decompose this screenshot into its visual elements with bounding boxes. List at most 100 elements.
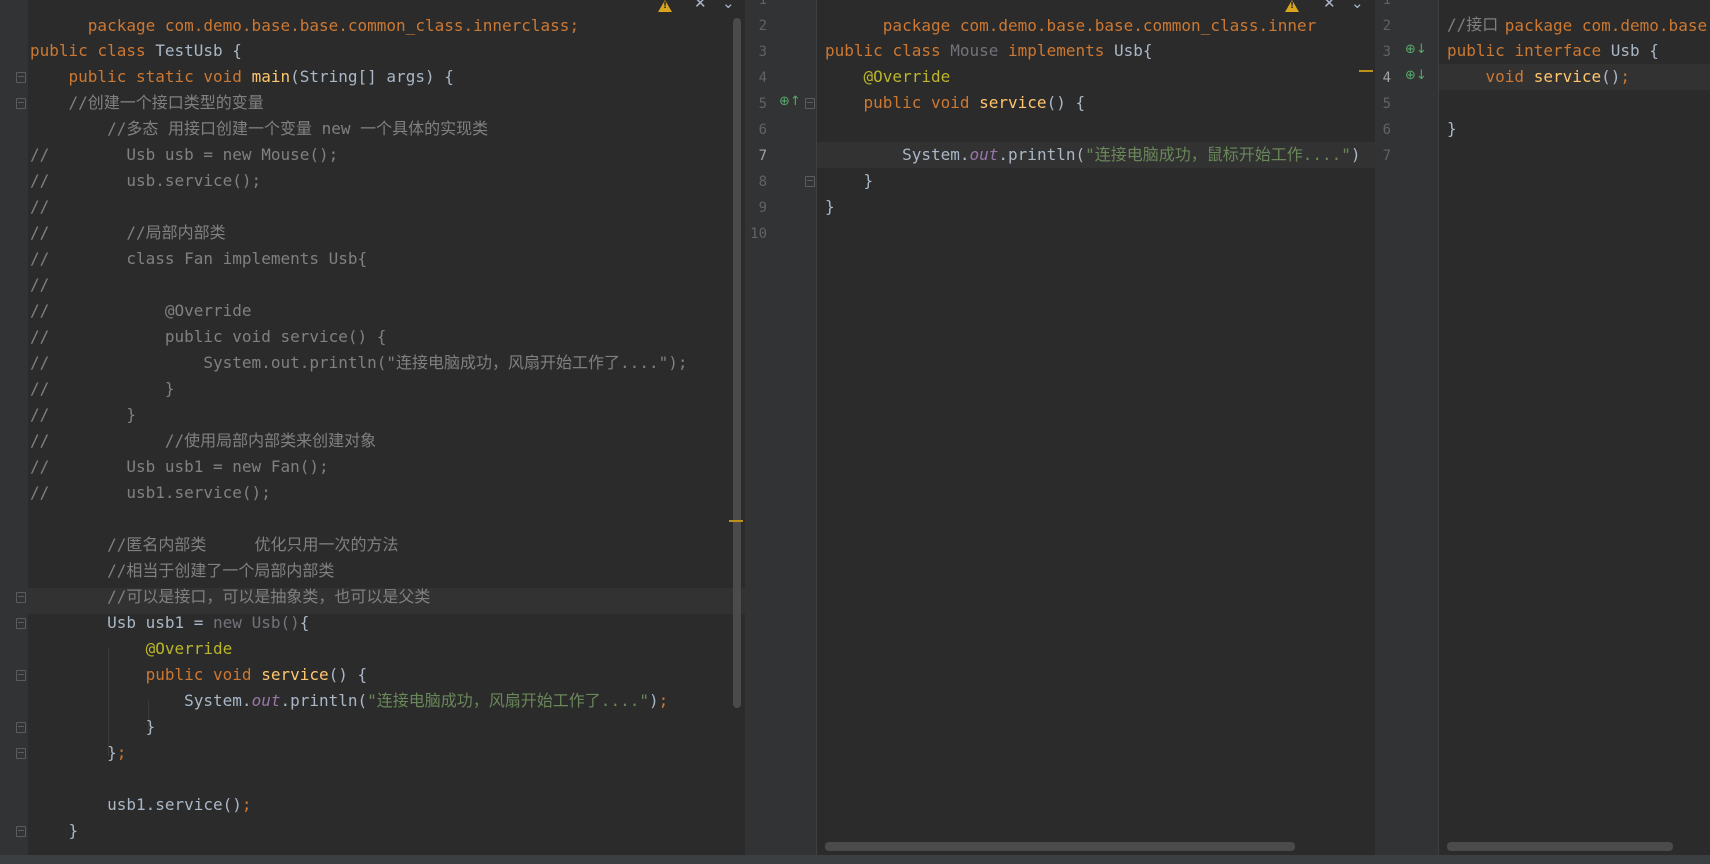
code-line[interactable]: public class TestUsb { <box>30 38 242 64</box>
package-text: package com.demo.base.base.common_class.… <box>87 16 580 35</box>
code-token: public <box>1447 41 1515 60</box>
code-line[interactable]: // public void service() { <box>30 324 386 350</box>
code-token: .println( <box>280 691 368 710</box>
editor-pane-mouse[interactable]: 1 2 3 4 5 6 7 8 9 10 package com.demo.base.base.c… <box>745 0 1375 864</box>
line-number[interactable]: 5 <box>1375 91 1391 117</box>
code-line[interactable]: }; <box>30 740 126 766</box>
code-line[interactable]: @Override <box>825 64 951 90</box>
fold-marker[interactable] <box>805 98 815 109</box>
line-number[interactable]: 7 <box>747 143 767 169</box>
fold-marker[interactable] <box>16 98 26 109</box>
code-line[interactable]: // } <box>30 376 175 402</box>
code-line[interactable]: // usb.service(); <box>30 168 261 194</box>
code-line[interactable]: // //使用局部内部类来创建对象 <box>30 428 376 454</box>
line-number[interactable]: 5 <box>747 91 767 117</box>
code-line[interactable]: void service(); <box>1447 64 1631 90</box>
code-line[interactable]: } <box>30 818 79 844</box>
line-number[interactable]: 9 <box>747 195 767 221</box>
code-line[interactable]: Usb usb1 = new Usb(){ <box>30 610 309 636</box>
code-token: "连接电脑成功，鼠标开始工作...." <box>1085 145 1351 164</box>
line-number[interactable]: 6 <box>1375 117 1391 143</box>
code-line[interactable]: usb1.service(); <box>30 792 252 818</box>
line-number[interactable]: 2 <box>747 13 767 39</box>
code-line[interactable]: //可以是接口，可以是抽象类，也可以是父类 <box>30 584 430 610</box>
horizontal-scrollbar[interactable] <box>1447 842 1673 851</box>
warning-icon[interactable] <box>1285 0 1299 12</box>
code-token: Usb usb1 = <box>30 613 214 632</box>
code-line[interactable]: // <box>30 272 49 298</box>
code-line[interactable]: // <box>30 194 49 220</box>
fold-marker[interactable] <box>16 826 26 837</box>
code-line[interactable]: //接口 <box>1447 12 1498 38</box>
fold-marker[interactable] <box>16 592 26 603</box>
code-area-left[interactable]: package com.demo.base.base.common_class.… <box>30 0 730 864</box>
line-number[interactable]: 3 <box>1375 39 1391 65</box>
code-line[interactable]: public void service() { <box>825 90 1086 116</box>
fold-marker[interactable] <box>16 618 26 629</box>
code-line[interactable]: public static void main(String[] args) { <box>30 64 454 90</box>
code-line[interactable]: //创建一个接口类型的变量 <box>30 90 264 116</box>
fold-marker[interactable] <box>805 176 815 187</box>
editor-pane-usb[interactable]: 1234567 package com.demo.base.base //接口p… <box>1375 0 1710 864</box>
chevron-down-icon[interactable]: ⌄ <box>722 0 735 12</box>
code-line[interactable]: } <box>1447 116 1457 142</box>
implements-icon[interactable]: ⊕↑ <box>779 94 801 109</box>
code-token: class <box>892 41 951 60</box>
implemented-by-icon[interactable]: ⊕↓ <box>1405 42 1427 57</box>
chevron-down-icon[interactable]: ⌄ <box>1351 0 1364 12</box>
code-line[interactable]: System.out.println("连接电脑成功，风扇开始工作了....")… <box>30 688 668 714</box>
code-area-middle[interactable]: package com.demo.base.base.common_class.… <box>825 0 1375 864</box>
code-line[interactable]: System.out.println("连接电脑成功，鼠标开始工作....") <box>825 142 1361 168</box>
code-line[interactable]: //匿名内部类 优化只用一次的方法 <box>30 532 399 558</box>
horizontal-scrollbar[interactable] <box>825 842 1295 851</box>
code-line[interactable]: } <box>825 168 874 194</box>
code-line[interactable]: // Usb usb1 = new Fan(); <box>30 454 329 480</box>
code-line[interactable]: // class Fan implements Usb{ <box>30 246 367 272</box>
line-number[interactable]: 4 <box>1375 65 1391 91</box>
line-number[interactable]: 2 <box>1375 13 1391 39</box>
line-number[interactable]: 3 <box>747 39 767 65</box>
line-number[interactable]: 7 <box>1375 143 1391 169</box>
close-icon[interactable]: ✕ <box>1323 0 1336 12</box>
code-line[interactable]: //相当于创建了一个局部内部类 <box>30 558 334 584</box>
code-token: public static void <box>30 67 252 86</box>
fold-marker[interactable] <box>16 722 26 733</box>
fold-marker[interactable] <box>16 72 26 83</box>
code-token: //匿名内部类 优化只用一次的方法 <box>30 535 399 554</box>
code-line[interactable]: @Override <box>30 636 233 662</box>
code-line[interactable]: // @Override <box>30 298 252 324</box>
code-line[interactable]: // Usb usb = new Mouse(); <box>30 142 338 168</box>
code-line[interactable]: } <box>30 714 156 740</box>
code-line[interactable]: public void service() { <box>30 662 368 688</box>
code-token: } <box>30 743 117 762</box>
line-number[interactable]: 6 <box>747 117 767 143</box>
code-line[interactable]: public interface Usb { <box>1447 38 1659 64</box>
warning-stripe-marker[interactable] <box>729 520 743 522</box>
code-line[interactable]: //多态 用接口创建一个变量 new 一个具体的实现类 <box>30 116 488 142</box>
line-number[interactable]: 4 <box>747 65 767 91</box>
code-token: public <box>825 41 893 60</box>
implemented-by-icon[interactable]: ⊕↓ <box>1405 68 1427 83</box>
fold-marker[interactable] <box>16 670 26 681</box>
line-number[interactable]: 8 <box>747 169 767 195</box>
code-line[interactable]: // //局部内部类 <box>30 220 226 246</box>
code-line[interactable]: } <box>825 194 835 220</box>
close-icon[interactable]: ✕ <box>694 0 707 12</box>
line-number[interactable]: 1 <box>1375 0 1391 13</box>
line-number[interactable]: 10 <box>747 221 767 247</box>
vertical-scrollbar[interactable] <box>733 18 741 708</box>
warning-icon[interactable] <box>658 0 672 12</box>
line-number[interactable]: 1 <box>747 0 767 13</box>
code-line[interactable]: public class Mouse implements Usb{ <box>825 38 1153 64</box>
code-token: Mouse <box>950 41 1009 60</box>
code-token: // //使用局部内部类来创建对象 <box>30 431 377 450</box>
code-area-right[interactable]: package com.demo.base.base //接口 public in… <box>1447 0 1710 864</box>
warning-stripe-marker[interactable] <box>1359 70 1373 72</box>
code-line[interactable]: // System.out.println("连接电脑成功，风扇开始工作了...… <box>30 350 687 376</box>
editor-pane-testusb[interactable]: package com.demo.base.base.common_class.… <box>0 0 745 864</box>
fold-marker[interactable] <box>16 748 26 759</box>
code-line[interactable]: // usb1.service(); <box>30 480 271 506</box>
code-token: //多态 用接口创建一个变量 new 一个具体的实现类 <box>30 119 489 138</box>
code-line[interactable]: // } <box>30 402 136 428</box>
